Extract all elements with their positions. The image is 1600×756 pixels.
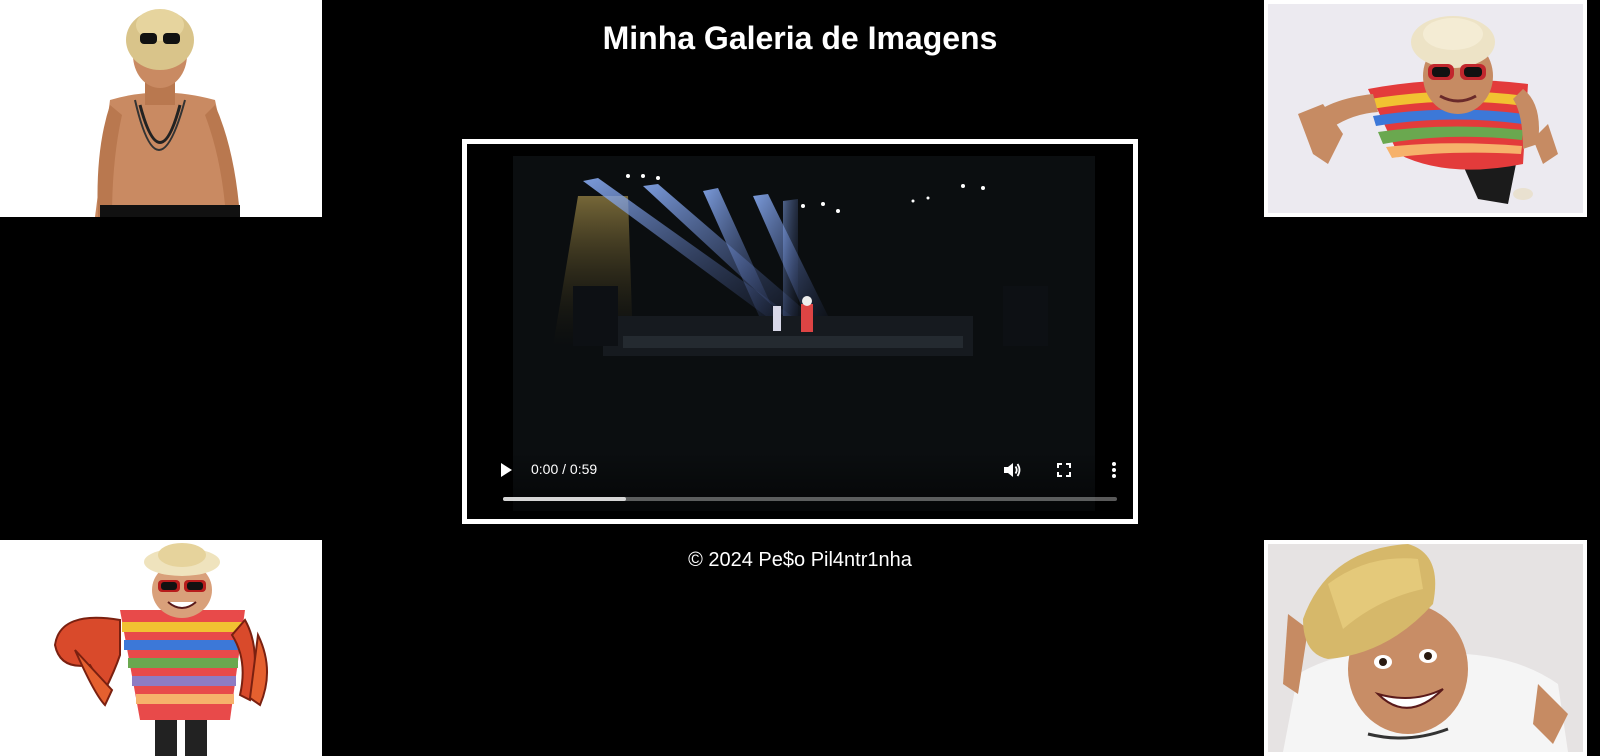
photo-bottom-right — [1264, 540, 1587, 756]
video-player[interactable]: 0:00 / 0:59 — [483, 156, 1125, 511]
volume-icon[interactable] — [1001, 459, 1023, 481]
video-buffer-bar — [503, 497, 626, 501]
video-progress-bar[interactable] — [503, 497, 1117, 501]
photo-bottom-left — [0, 540, 322, 756]
photo-top-left — [0, 0, 322, 217]
fullscreen-icon[interactable] — [1053, 459, 1075, 481]
video-frame: 0:00 / 0:59 — [462, 139, 1138, 524]
video-time: 0:00 / 0:59 — [531, 461, 598, 477]
play-icon[interactable] — [495, 459, 517, 481]
video-controls: 0:00 / 0:59 — [483, 451, 1125, 511]
page-footer: © 2024 Pe$o Pil4ntr1nha — [688, 549, 912, 571]
more-options-icon[interactable] — [1103, 459, 1125, 481]
photo-top-right — [1264, 0, 1587, 217]
